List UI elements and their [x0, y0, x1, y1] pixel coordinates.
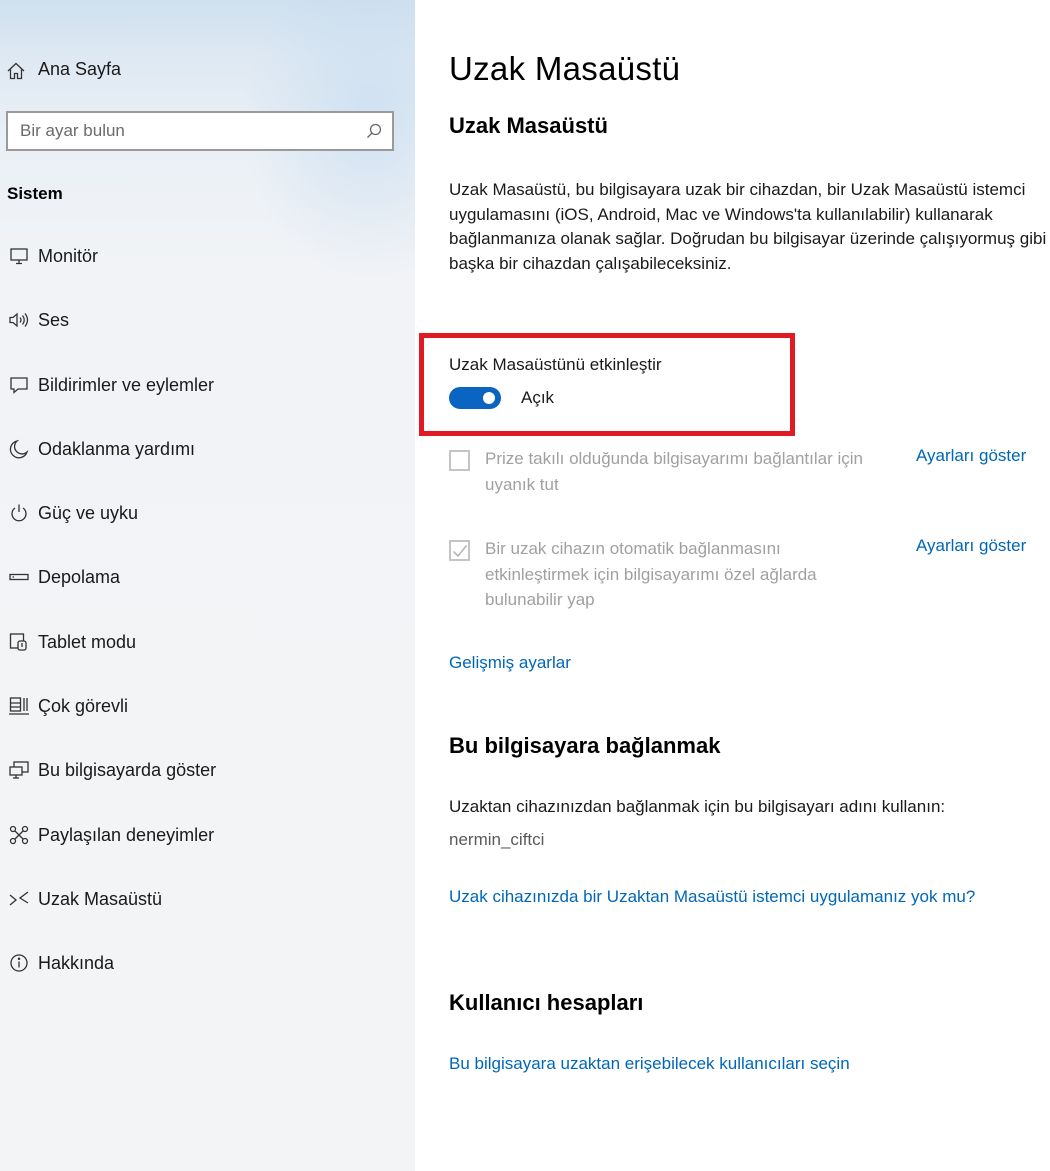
notification-icon [8, 374, 30, 396]
discoverable-show-settings-link[interactable]: Ayarları göster [916, 536, 1026, 556]
highlight-annotation-box [419, 333, 795, 436]
remote-desktop-description: Uzak Masaüstü, bu bilgisayara uzak bir c… [449, 180, 1047, 273]
main-content: Uzak Masaüstü Uzak Masaüstü Uzak Masaüst… [415, 0, 1050, 1171]
select-users-link[interactable]: Bu bilgisayara uzaktan erişebilecek kull… [449, 1051, 850, 1076]
checkmark-icon [452, 544, 468, 558]
search-input[interactable] [20, 119, 350, 143]
sidebar-item-project-to-pc[interactable]: Bu bilgisayarda göster [0, 738, 415, 802]
power-icon [8, 502, 30, 524]
keep-awake-checkbox[interactable] [449, 450, 470, 471]
sidebar-item-label: Tablet modu [38, 631, 137, 652]
info-icon [8, 952, 30, 974]
user-accounts-section-title: Kullanıcı hesapları [449, 990, 644, 1015]
storage-icon [8, 566, 30, 588]
section-subtitle: Uzak Masaüstü [449, 113, 608, 138]
toggle-knob [483, 392, 495, 404]
no-client-app-link[interactable]: Uzak cihazınızda bir Uzaktan Masaüstü is… [449, 884, 1019, 909]
sidebar-item-label: Paylaşılan deneyimler [38, 824, 215, 845]
sidebar-item-label: Çok görevli [38, 696, 129, 717]
toggle-state-text: Açık [521, 388, 555, 407]
sidebar-item-power-sleep[interactable]: Güç ve uyku [0, 481, 415, 545]
sidebar-section-heading: Sistem [7, 184, 63, 203]
shared-experiences-icon [8, 824, 30, 846]
sidebar-item-notifications[interactable]: Bildirimler ve eylemler [0, 353, 415, 417]
sidebar-item-label: Hakkında [38, 953, 115, 974]
sidebar-item-label: Uzak Masaüstü [38, 888, 163, 909]
sidebar-item-label: Ses [38, 310, 70, 331]
discoverable-option-text: Bir uzak cihazın otomatik bağlanmasını e… [485, 539, 817, 609]
sidebar-item-label: Odaklanma yardımı [38, 438, 196, 459]
moon-icon [8, 438, 30, 460]
advanced-settings-link[interactable]: Gelişmiş ayarlar [449, 650, 571, 675]
sidebar-item-label: Monitör [38, 246, 99, 266]
sidebar-item-label: Bildirimler ve eylemler [38, 374, 215, 395]
multitasking-icon [8, 695, 30, 717]
settings-window: Ana Sayfa Sistem Monitör [0, 0, 1050, 1171]
search-icon[interactable] [365, 122, 383, 140]
keep-awake-option-text: Prize takılı olduğunda bilgisayarımı bağ… [485, 449, 863, 494]
connect-section-title: Bu bilgisayara bağlanmak [449, 733, 721, 758]
monitor-icon [8, 245, 30, 267]
sidebar: Ana Sayfa Sistem Monitör [0, 0, 415, 1171]
remote-desktop-icon [8, 888, 30, 910]
sidebar-nav-list: Monitör Ses Bildirimler ve eylemler Odak… [0, 224, 415, 996]
discoverable-checkbox[interactable] [449, 540, 470, 561]
keep-awake-show-settings-link[interactable]: Ayarları göster [916, 446, 1026, 466]
sidebar-item-label: Güç ve uyku [38, 503, 139, 524]
enable-remote-desktop-toggle[interactable] [449, 387, 501, 409]
sidebar-home[interactable]: Ana Sayfa [0, 50, 415, 90]
speaker-icon [8, 309, 30, 331]
project-icon [8, 759, 30, 781]
tablet-mode-icon [8, 631, 30, 653]
connect-instruction-text: Uzaktan cihazınızdan bağlanmak için bu b… [449, 797, 946, 816]
home-icon [5, 60, 27, 82]
sidebar-item-label: Depolama [38, 567, 121, 588]
search-box[interactable] [6, 111, 394, 151]
page-title: Uzak Masaüstü [449, 50, 681, 87]
sidebar-item-sound[interactable]: Ses [0, 288, 415, 352]
sidebar-item-shared-experiences[interactable]: Paylaşılan deneyimler [0, 803, 415, 867]
sidebar-item-storage[interactable]: Depolama [0, 545, 415, 609]
sidebar-item-label: Bu bilgisayarda göster [38, 760, 217, 781]
sidebar-item-tablet-mode[interactable]: Tablet modu [0, 610, 415, 674]
sidebar-item-focus-assist[interactable]: Odaklanma yardımı [0, 417, 415, 481]
sidebar-item-about[interactable]: Hakkında [0, 931, 415, 995]
pc-name-value: nermin_ciftci [449, 830, 545, 849]
sidebar-home-label: Ana Sayfa [38, 59, 122, 79]
sidebar-item-multitasking[interactable]: Çok görevli [0, 674, 415, 738]
enable-remote-desktop-label: Uzak Masaüstünü etkinleştir [449, 355, 662, 374]
sidebar-item-monitor[interactable]: Monitör [0, 224, 415, 288]
sidebar-item-remote-desktop[interactable]: Uzak Masaüstü [0, 867, 415, 931]
